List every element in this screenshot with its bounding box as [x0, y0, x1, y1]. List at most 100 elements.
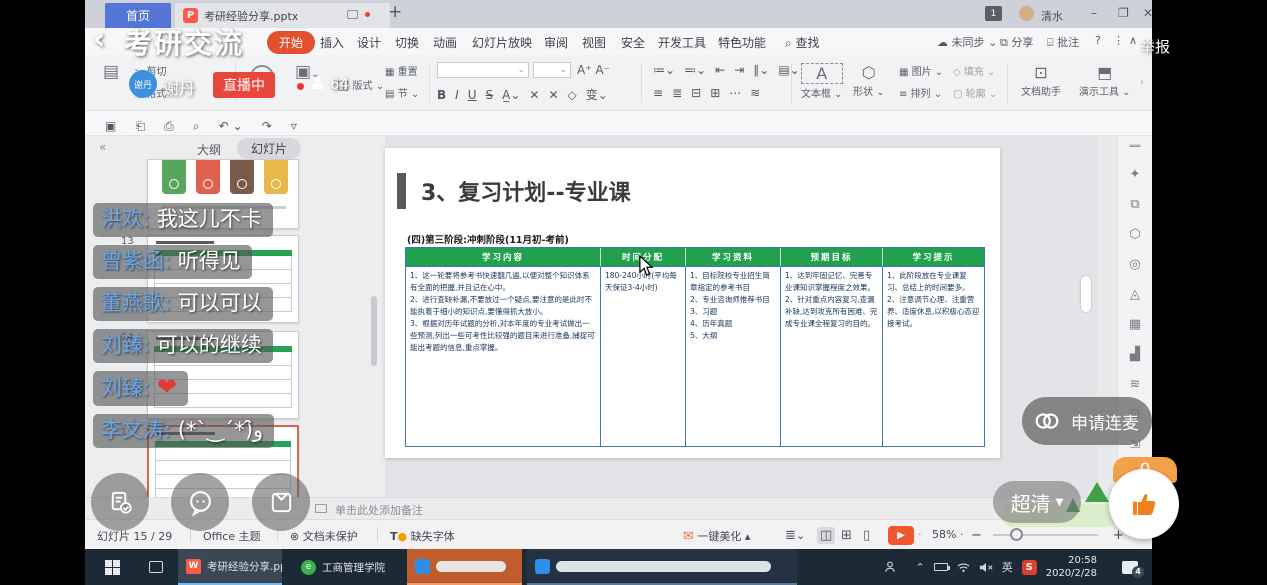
gift-box-button[interactable] [252, 473, 310, 531]
beautify-button[interactable]: ✉ 一键美化 ▴ [683, 528, 750, 544]
minimize-button[interactable]: – [1091, 6, 1097, 20]
transition-icon[interactable]: ⧉ [1118, 197, 1152, 212]
more-icon[interactable]: ⋮ [1113, 34, 1124, 47]
medal-icon[interactable]: ◎ [1118, 257, 1152, 272]
normal-view-icon[interactable]: ◫ [817, 528, 835, 543]
print-icon[interactable]: ⎙ [164, 119, 174, 133]
reset-button[interactable]: ▦ 重置 [385, 63, 418, 78]
current-slide[interactable]: 3、复习计划--专业课 (四)第三阶段:冲刺阶段(11月初-考前) 学习内容 时… [385, 148, 1000, 458]
collapse-panel-icon[interactable]: « [99, 140, 106, 154]
animation-icon[interactable]: ✦ [1118, 167, 1152, 182]
theme-label[interactable]: Office 主题 [203, 528, 261, 544]
missing-font-status[interactable]: T● 缺失字体 [390, 528, 455, 544]
play-dropdown-icon[interactable]: · [918, 528, 922, 541]
restore-button[interactable]: ❐ [1118, 6, 1129, 20]
textbox-button[interactable]: A文本框 ⌄ [801, 63, 843, 100]
ribbon-tab-transition[interactable]: 切换 [395, 34, 419, 51]
section-button[interactable]: ▤ 节 ⌄ [385, 85, 419, 100]
arrange-button[interactable]: ≡ 排列 ⌄ [899, 85, 942, 100]
tab-outline[interactable]: 大纲 [197, 141, 221, 158]
taskbar-clock[interactable]: 20:58 2020/2/28 [1046, 554, 1097, 580]
drag-handle-icon[interactable]: ══ [1118, 142, 1152, 152]
ime-indicator[interactable]: 英 [1002, 559, 1013, 575]
ribbon-tab-slideshow[interactable]: 幻灯片放映 [472, 34, 532, 51]
smartart-icon[interactable]: ◬ [1118, 287, 1152, 302]
speaker-muted-icon[interactable] [979, 562, 993, 573]
feedback-icon[interactable] [347, 10, 358, 19]
ribbon-tab-animation[interactable]: 动画 [433, 34, 457, 51]
chat-button[interactable] [171, 473, 229, 531]
host-avatar[interactable]: 谢丹 [129, 70, 157, 98]
zoom-level[interactable]: 58% · [932, 528, 963, 541]
undo-icon[interactable]: ↶ ⌄ [219, 119, 243, 133]
redo-icon[interactable]: ↷ [262, 119, 272, 133]
list-buttons[interactable]: ≔⌄≕⌄⇤⇥∥⌄▤⌄ [653, 63, 809, 77]
quality-selector[interactable]: 超清▼ [993, 481, 1081, 523]
close-button[interactable]: ✕ [1143, 6, 1153, 20]
shapes-button[interactable]: ⬡形状 ⌄ [853, 63, 885, 98]
present-tools-button[interactable]: ⬒演示工具 ⌄ [1079, 63, 1131, 98]
ribbon-tab-devtools[interactable]: 开发工具 [658, 34, 706, 51]
paste-button[interactable]: ▤ [103, 63, 119, 81]
request-mic-button[interactable]: 申请连麦 [1022, 397, 1152, 445]
slideshow-play-button[interactable]: ▶ [888, 526, 914, 545]
ribbon-tab-view[interactable]: 视图 [582, 34, 606, 51]
notes-bar[interactable]: 单击此处添加备注 [85, 497, 1152, 519]
notes-toggle-icon[interactable]: ≣⌄ [785, 528, 805, 543]
sync-button[interactable]: ☁ 未同步 ⌄ [937, 34, 997, 50]
ribbon-tab-security[interactable]: 安全 [621, 34, 645, 51]
battery-icon[interactable] [934, 563, 948, 571]
ribbon-tab-features[interactable]: 特色功能 [718, 34, 766, 51]
new-tab-button[interactable]: + [388, 2, 402, 22]
sogou-icon[interactable]: S [1022, 560, 1037, 575]
print-preview-icon[interactable]: ⌕ [193, 119, 200, 133]
comment-button[interactable]: ⌸ 批注 [1047, 34, 1079, 50]
font-style-buttons[interactable]: BIUSA̲⌄✕✕◇变⌄ [437, 86, 617, 103]
protection-status[interactable]: ⊗ 文档未保护 [290, 528, 358, 544]
help-icon[interactable]: ? [1095, 34, 1101, 47]
reading-view-icon[interactable]: ▯ [863, 528, 870, 543]
table-panel-icon[interactable]: ▦ [1118, 317, 1152, 332]
canvas-scrollbar-thumb[interactable] [1081, 276, 1091, 312]
save-icon[interactable]: ▣ [105, 119, 116, 133]
share-button[interactable]: ⧉ 分享 [1000, 34, 1033, 50]
doc-assistant-button[interactable]: ⊡文档助手 [1021, 63, 1061, 98]
zoom-slider-knob[interactable] [1010, 528, 1023, 541]
task-view-button[interactable] [141, 549, 171, 585]
find-button[interactable]: ⌕ 查找 [785, 34, 820, 51]
ribbon-overflow-chevron[interactable]: › [1140, 77, 1144, 88]
ribbon-tab-insert[interactable]: 插入 [320, 34, 344, 51]
taskbar-item-wps[interactable]: W 考研经验分享.pptx ... [178, 549, 282, 585]
checkin-button[interactable] [91, 473, 149, 531]
shapes-panel-icon[interactable]: ⬡ [1118, 227, 1152, 242]
taskbar-item-chat-alert[interactable] [407, 549, 522, 585]
font-size-select[interactable]: ⌄ [533, 62, 571, 78]
notes-placeholder[interactable]: 单击此处添加备注 [335, 502, 423, 518]
zoom-slider-track[interactable] [993, 534, 1098, 536]
settings-sliders-icon[interactable]: ≋ [1118, 377, 1152, 392]
ribbon-tab-home[interactable]: 开始 [267, 31, 315, 54]
panel-scrollbar[interactable] [371, 296, 377, 366]
taskbar-item-browser[interactable]: e 工商管理学院 - 36... [293, 549, 389, 585]
export-icon[interactable]: ⎗ [135, 119, 145, 133]
start-button[interactable] [97, 549, 128, 585]
font-name-select[interactable]: ⌄ [437, 62, 529, 78]
wifi-icon[interactable] [957, 562, 970, 573]
hidden-icons-chevron[interactable]: ⌃ [916, 561, 925, 574]
tab-slides[interactable]: 幻灯片 [237, 138, 301, 159]
account-avatar[interactable] [1019, 6, 1034, 21]
slide-canvas[interactable]: 3、复习计划--专业课 (四)第三阶段:冲刺阶段(11月初-考前) 学习内容 时… [385, 136, 1097, 497]
chart-panel-icon[interactable]: ▟ [1118, 347, 1152, 362]
like-button[interactable] [1109, 469, 1179, 539]
customize-toolbar-icon[interactable]: ▿ [291, 119, 297, 133]
report-button[interactable]: 举报 [1140, 36, 1170, 57]
picture-button[interactable]: ▦ 图片 ⌄ [899, 63, 943, 78]
zoom-out-button[interactable]: − [971, 528, 982, 543]
tray-people-icon[interactable] [883, 549, 897, 585]
back-button[interactable]: ‹ [93, 22, 105, 57]
fill-button[interactable]: ◇ 填充 ⌄ [953, 63, 995, 78]
sorter-view-icon[interactable]: ⊞ [841, 528, 852, 543]
taskbar-item-chat-window[interactable] [527, 549, 797, 585]
outline-button[interactable]: ▢ 轮廓 ⌄ [953, 85, 997, 100]
align-buttons[interactable]: ≡≣⊟⊞⋯≋ [653, 86, 769, 100]
